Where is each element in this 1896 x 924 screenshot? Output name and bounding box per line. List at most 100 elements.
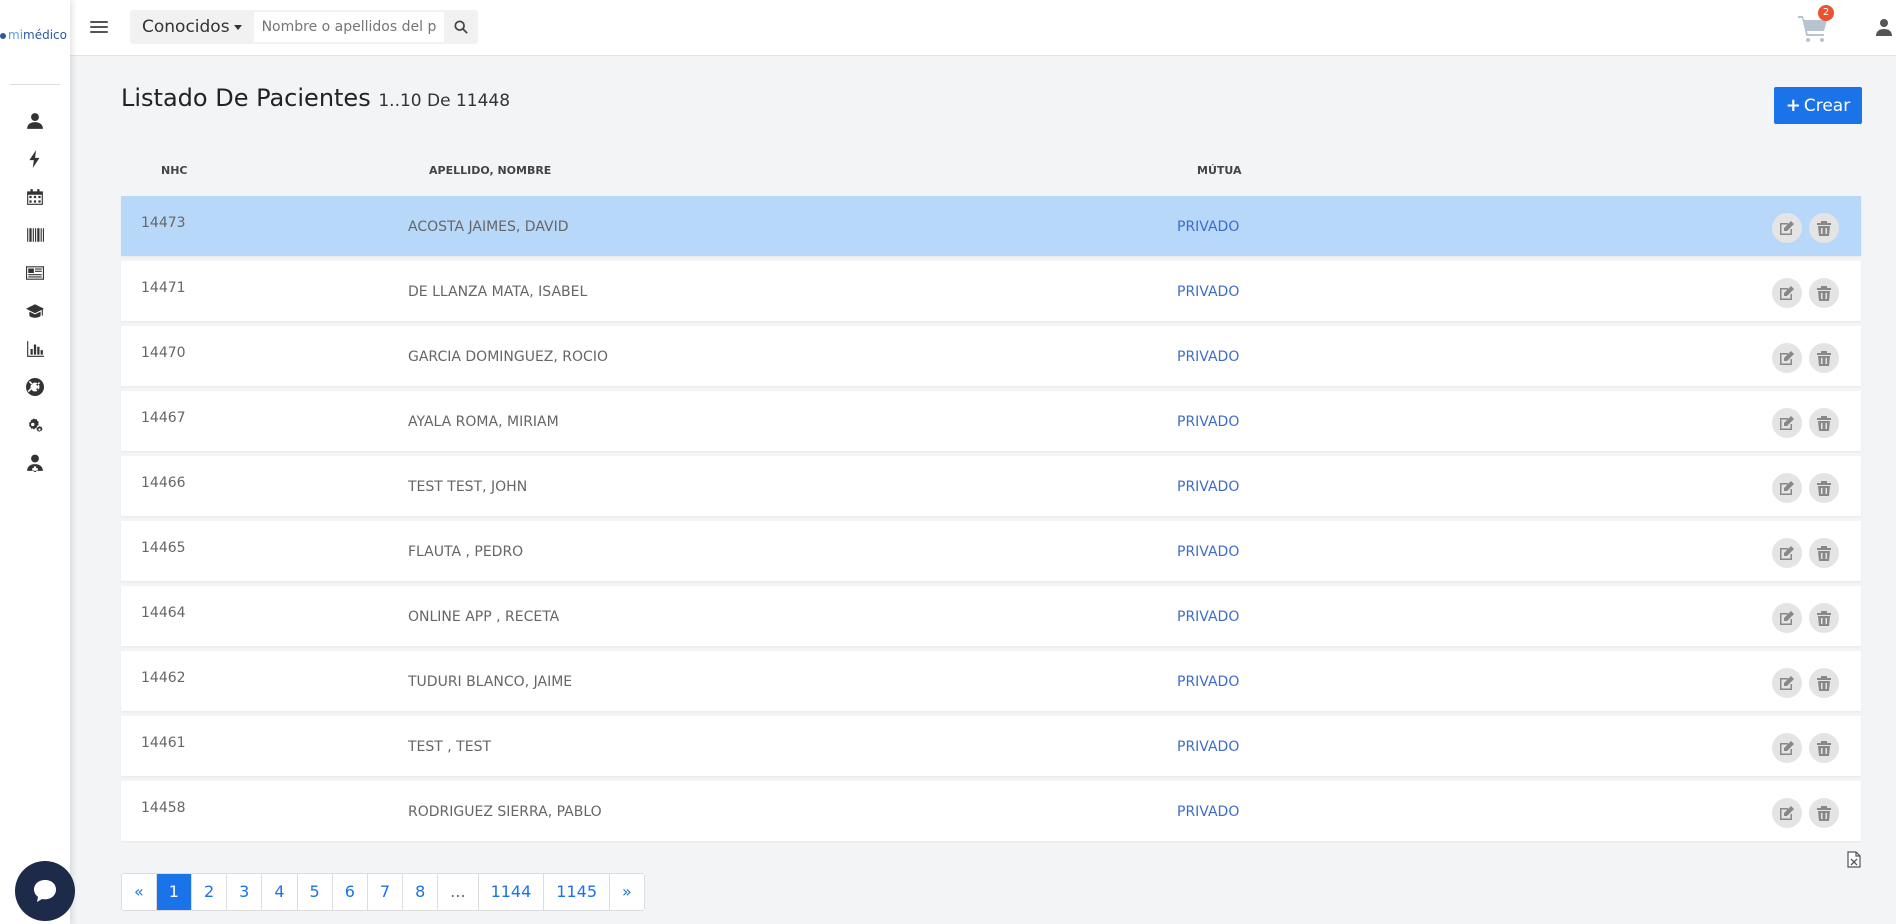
- table-row[interactable]: 14471 DE LLANZA MATA, ISABEL PRIVADO: [121, 261, 1861, 321]
- delete-button[interactable]: [1809, 473, 1839, 503]
- sidebar-item-patients[interactable]: [0, 102, 70, 140]
- search-icon: [454, 20, 468, 34]
- page-title: Listado De Pacientes 1..10 De 11448: [121, 84, 511, 112]
- delete-button[interactable]: [1809, 343, 1839, 373]
- sidebar-item-training[interactable]: [0, 292, 70, 330]
- create-patient-button[interactable]: + Crear: [1774, 87, 1862, 124]
- sidebar-item-support[interactable]: [0, 368, 70, 406]
- edit-button[interactable]: [1772, 603, 1802, 633]
- table-row[interactable]: 14466 TEST TEST, JOHN PRIVADO: [121, 456, 1861, 516]
- row-patient-name: TEST , TEST: [408, 739, 492, 755]
- search-button[interactable]: [444, 10, 478, 44]
- logo-mark-icon: [0, 32, 6, 39]
- edit-button[interactable]: [1772, 538, 1802, 568]
- chat-launcher-button[interactable]: [15, 861, 75, 921]
- row-mutua: PRIVADO: [1177, 219, 1240, 235]
- edit-button[interactable]: [1772, 343, 1802, 373]
- page-2[interactable]: 2: [192, 874, 228, 910]
- calendar-icon: [27, 189, 43, 205]
- edit-button[interactable]: [1772, 213, 1802, 243]
- delete-button[interactable]: [1809, 733, 1839, 763]
- edit-icon: [1780, 221, 1794, 235]
- page-8[interactable]: 8: [403, 874, 439, 910]
- page-1145[interactable]: 1145: [544, 874, 610, 910]
- delete-button[interactable]: [1809, 213, 1839, 243]
- export-excel-button[interactable]: [1847, 851, 1861, 868]
- page-1144[interactable]: 1144: [479, 874, 545, 910]
- page-6[interactable]: 6: [333, 874, 368, 910]
- patient-search-group: Conocidos: [130, 10, 478, 44]
- top-bar: Conocidos 2: [70, 0, 1896, 56]
- sidebar-item-barcode[interactable]: [0, 216, 70, 254]
- edit-button[interactable]: [1772, 733, 1802, 763]
- delete-button[interactable]: [1809, 603, 1839, 633]
- trash-icon: [1817, 676, 1831, 691]
- edit-button[interactable]: [1772, 668, 1802, 698]
- graduation-cap-icon: [26, 304, 44, 318]
- sidebar-item-settings[interactable]: [0, 406, 70, 444]
- trash-icon: [1817, 806, 1831, 821]
- column-header-nhc[interactable]: NHC: [161, 164, 188, 177]
- sidebar-item-stats[interactable]: [0, 330, 70, 368]
- sidebar: mimédico: [0, 0, 70, 924]
- table-row[interactable]: 14473 ACOSTA JAIMES, DAVID PRIVADO: [121, 196, 1861, 256]
- row-mutua: PRIVADO: [1177, 479, 1240, 495]
- row-nhc: 14458: [141, 800, 186, 816]
- delete-button[interactable]: [1809, 538, 1839, 568]
- delete-button[interactable]: [1809, 408, 1839, 438]
- row-patient-name: GARCIA DOMINGUEZ, ROCIO: [408, 349, 608, 365]
- edit-icon: [1780, 806, 1794, 820]
- row-nhc: 14462: [141, 670, 186, 686]
- edit-button[interactable]: [1772, 473, 1802, 503]
- page-5[interactable]: 5: [298, 874, 333, 910]
- plus-icon: +: [1785, 95, 1801, 116]
- lifebuoy-icon: [26, 378, 44, 396]
- table-row[interactable]: 14470 GARCIA DOMINGUEZ, ROCIO PRIVADO: [121, 326, 1861, 386]
- table-row[interactable]: 14458 RODRIGUEZ SIERRA, PABLO PRIVADO: [121, 781, 1861, 841]
- table-header: NHC APELLIDO, NOMBRE MÚTUA: [121, 164, 1861, 184]
- user-icon: [1876, 19, 1892, 36]
- edit-button[interactable]: [1772, 798, 1802, 828]
- edit-button[interactable]: [1772, 278, 1802, 308]
- table-row[interactable]: 14461 TEST , TEST PRIVADO: [121, 716, 1861, 776]
- page-next[interactable]: »: [610, 874, 644, 910]
- page-4[interactable]: 4: [262, 874, 298, 910]
- user-md-icon: [27, 454, 43, 472]
- row-nhc: 14470: [141, 345, 186, 361]
- table-row[interactable]: 14462 TUDURI BLANCO, JAIME PRIVADO: [121, 651, 1861, 711]
- patient-search-input[interactable]: [253, 12, 444, 42]
- delete-button[interactable]: [1809, 668, 1839, 698]
- delete-button[interactable]: [1809, 278, 1839, 308]
- trash-icon: [1817, 611, 1831, 626]
- column-header-mutua[interactable]: MÚTUA: [1197, 164, 1242, 177]
- edit-button[interactable]: [1772, 408, 1802, 438]
- row-patient-name: TEST TEST, JOHN: [408, 479, 528, 495]
- caret-down-icon: [233, 24, 242, 30]
- page-prev[interactable]: «: [122, 874, 157, 910]
- sidebar-item-news[interactable]: [0, 254, 70, 292]
- sidebar-item-calendar[interactable]: [0, 178, 70, 216]
- filter-dropdown[interactable]: Conocidos: [130, 10, 254, 44]
- table-row[interactable]: 14465 FLAUTA , PEDRO PRIVADO: [121, 521, 1861, 581]
- row-nhc: 14464: [141, 605, 186, 621]
- cart-button[interactable]: 2: [1798, 5, 1834, 44]
- brand-logo[interactable]: mimédico: [0, 28, 70, 50]
- patient-list: 14473 ACOSTA JAIMES, DAVID PRIVADO 14471…: [121, 196, 1861, 846]
- row-nhc: 14471: [141, 280, 186, 296]
- menu-toggle-icon[interactable]: [90, 18, 108, 36]
- sidebar-item-doctors[interactable]: [0, 444, 70, 482]
- table-row[interactable]: 14467 AYALA ROMA, MIRIAM PRIVADO: [121, 391, 1861, 451]
- row-patient-name: DE LLANZA MATA, ISABEL: [408, 284, 588, 300]
- column-header-name[interactable]: APELLIDO, NOMBRE: [429, 164, 551, 177]
- user-icon: [27, 113, 43, 129]
- delete-button[interactable]: [1809, 798, 1839, 828]
- page-1[interactable]: 1: [156, 874, 192, 910]
- sidebar-item-quick[interactable]: [0, 140, 70, 178]
- row-nhc: 14465: [141, 540, 186, 556]
- row-mutua: PRIVADO: [1177, 739, 1240, 755]
- table-row[interactable]: 14464 ONLINE APP , RECETA PRIVADO: [121, 586, 1861, 646]
- edit-icon: [1780, 481, 1794, 495]
- user-menu-button[interactable]: [1876, 18, 1896, 38]
- page-7[interactable]: 7: [368, 874, 404, 910]
- page-3[interactable]: 3: [227, 874, 263, 910]
